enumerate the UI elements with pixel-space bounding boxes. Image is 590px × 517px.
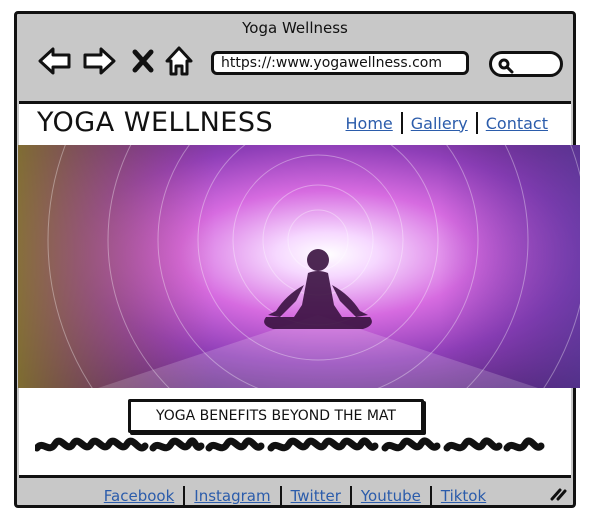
web-page: YOGA WELLNESS Home Gallery Contact YOGA … (18, 101, 580, 478)
footer-link-facebook[interactable]: Facebook (95, 487, 183, 505)
site-nav: Home Gallery Contact (338, 112, 556, 134)
footer-link-twitter[interactable]: Twitter (282, 487, 350, 505)
forward-arrow-icon[interactable] (81, 43, 117, 79)
back-arrow-icon[interactable] (37, 43, 73, 79)
placeholder-text-scribble (35, 437, 545, 452)
footer-link-instagram[interactable]: Instagram (185, 487, 279, 505)
footer-link-youtube[interactable]: Youtube (352, 487, 430, 505)
nav-link-home[interactable]: Home (338, 114, 401, 133)
footer-link-tiktok[interactable]: Tiktok (432, 487, 495, 505)
resize-handle-icon[interactable] (549, 487, 567, 501)
search-input[interactable] (489, 51, 563, 77)
home-icon[interactable] (161, 43, 197, 79)
browser-window: Yoga Wellness YOGA WELLNESS Home Gallery… (14, 11, 580, 508)
site-title: YOGA WELLNESS (37, 107, 274, 138)
nav-link-gallery[interactable]: Gallery (403, 114, 476, 133)
close-icon[interactable] (125, 43, 161, 79)
window-title: Yoga Wellness (242, 19, 348, 37)
search-icon (498, 58, 514, 74)
footer-links: Facebook Instagram Twitter Youtube Tikto… (17, 486, 573, 506)
nav-link-contact[interactable]: Contact (478, 114, 556, 133)
url-field[interactable] (211, 51, 469, 75)
content-heading: YOGA BENEFITS BEYOND THE MAT (128, 399, 424, 433)
meditation-image (18, 145, 580, 388)
